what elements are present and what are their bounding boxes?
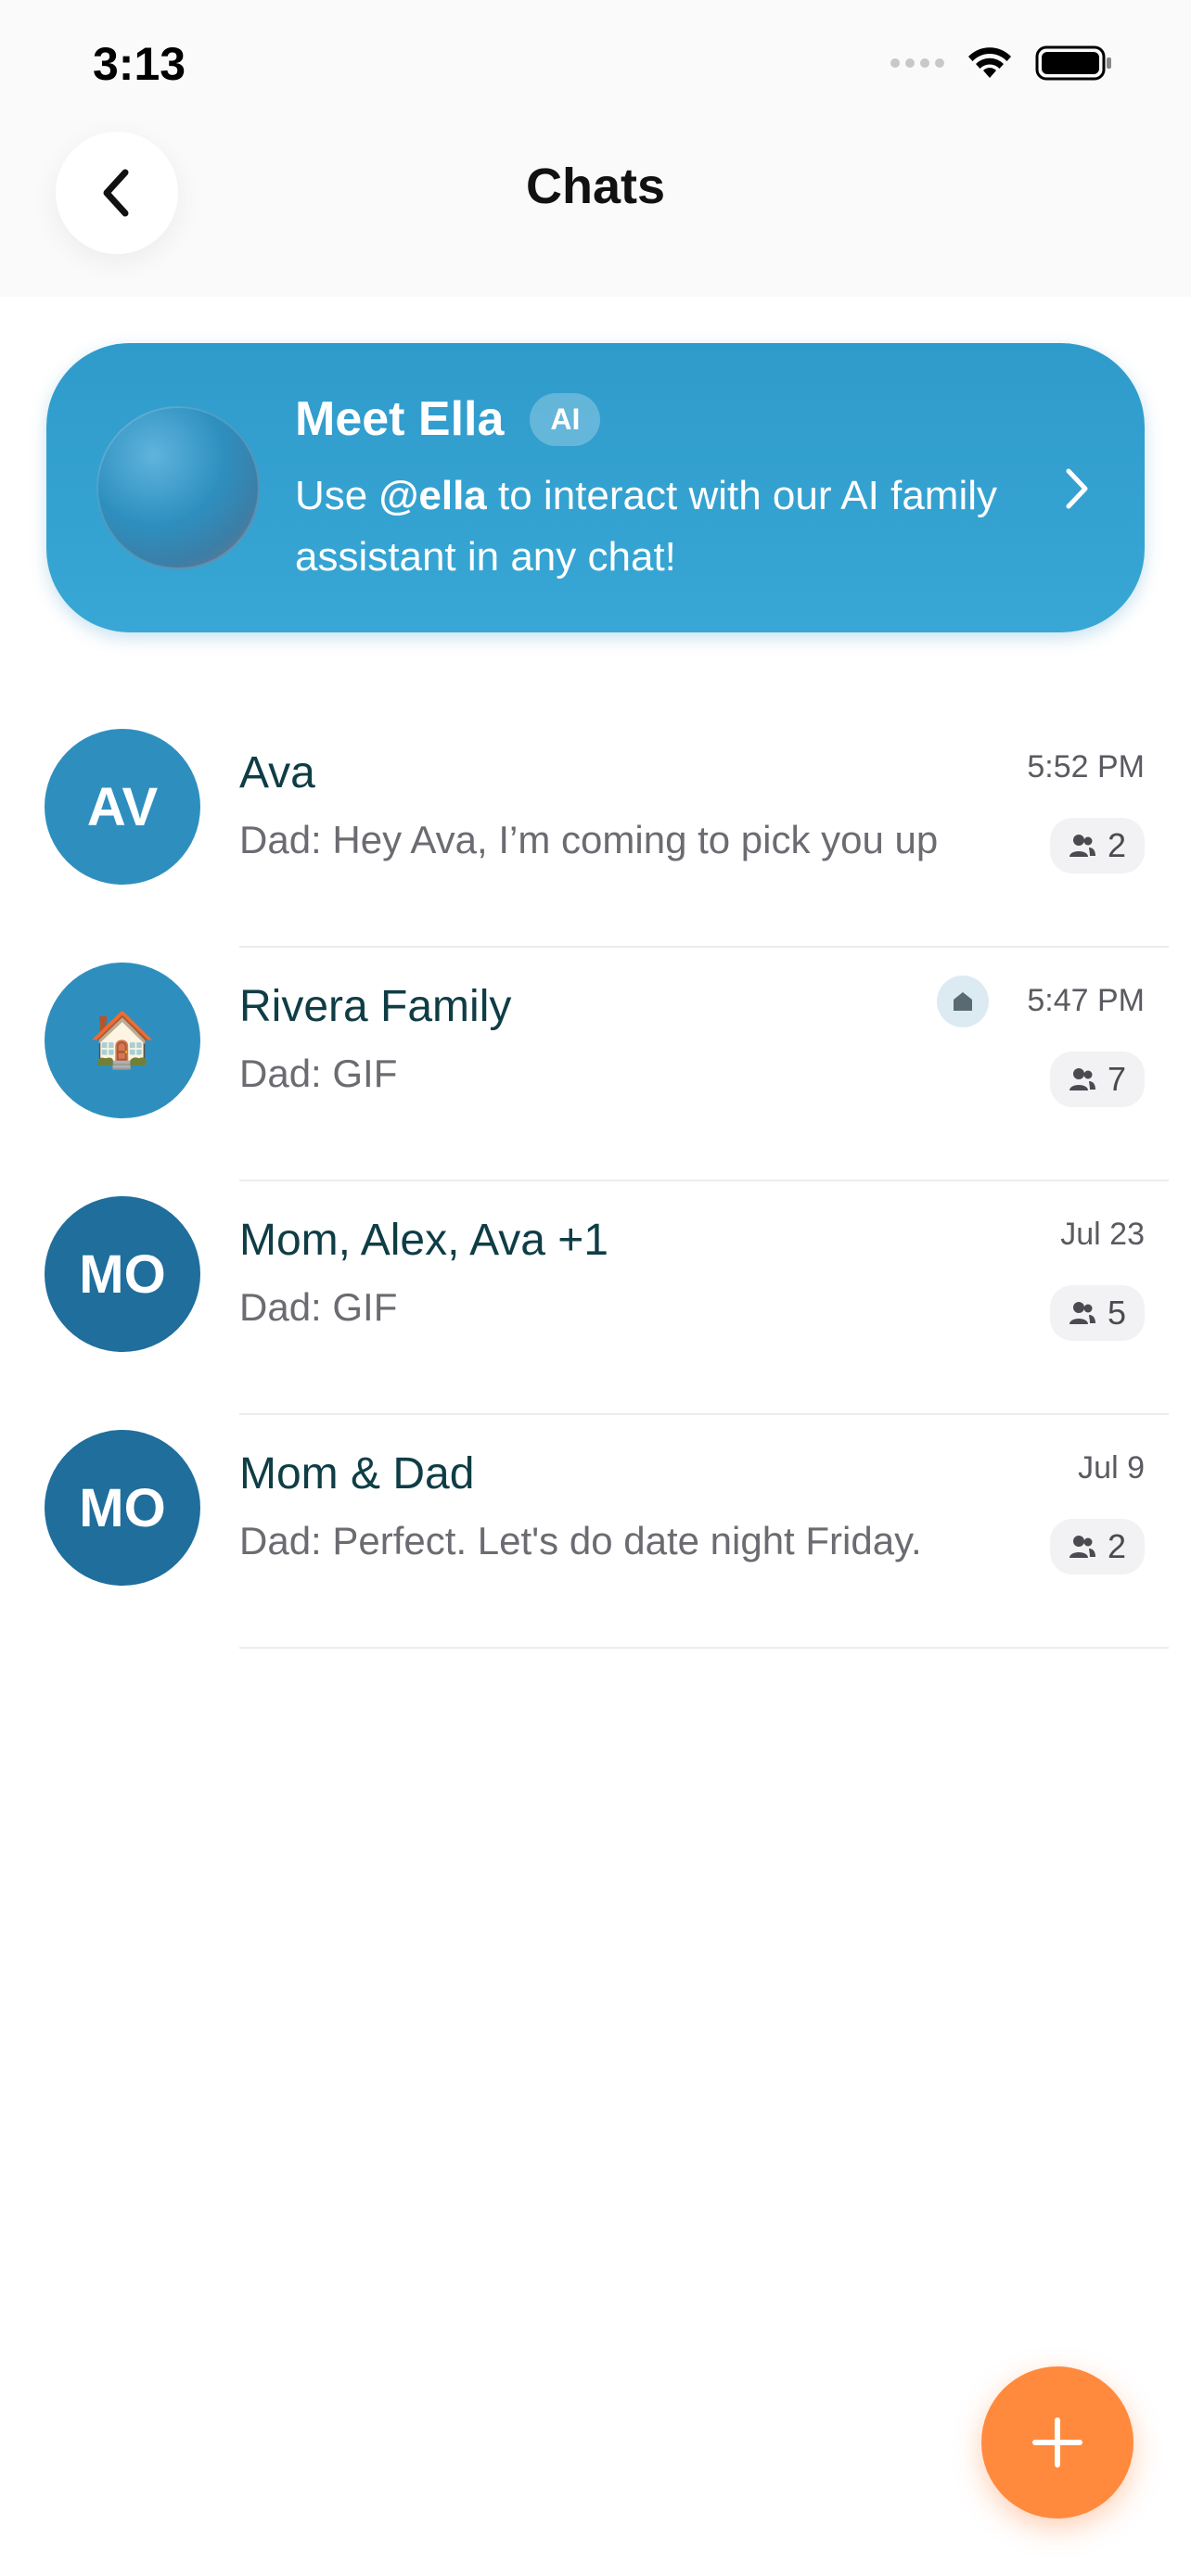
ella-mention: @ella xyxy=(378,473,487,518)
avatar: MO xyxy=(45,1196,200,1352)
ella-assistant-banner[interactable]: Meet Ella AI Use @ella to interact with … xyxy=(46,343,1145,632)
cellular-signal-icon xyxy=(890,58,944,68)
chat-time: 5:47 PM xyxy=(1027,983,1145,1018)
avatar: 🏠 xyxy=(45,963,200,1118)
chevron-right-icon xyxy=(1066,468,1088,509)
chat-time: Jul 23 xyxy=(1060,1217,1145,1252)
home-icon xyxy=(937,976,989,1027)
member-count: 7 xyxy=(1107,1060,1126,1098)
nav-bar: Chats xyxy=(0,130,1191,297)
member-count-badge: 2 xyxy=(1049,818,1145,874)
ella-title: Meet Ella xyxy=(295,392,505,446)
chat-time: Jul 9 xyxy=(1078,1450,1145,1486)
chat-row-mom-dad[interactable]: MO Mom & Dad Dad: Perfect. Let's do date… xyxy=(0,1415,1191,1649)
divider xyxy=(239,1647,1169,1649)
chat-name: Mom, Alex, Ava +1 xyxy=(239,1216,608,1265)
page-title: Chats xyxy=(525,159,666,214)
member-count-badge: 2 xyxy=(1049,1519,1145,1575)
ella-title-row: Meet Ella AI xyxy=(295,391,601,447)
member-count-badge: 7 xyxy=(1049,1052,1145,1107)
status-bar: 3:13 xyxy=(0,0,1191,130)
member-count: 5 xyxy=(1107,1294,1126,1332)
member-count: 2 xyxy=(1107,826,1126,864)
people-icon xyxy=(1069,835,1095,857)
chat-preview: Dad: Perfect. Let's do date night Friday… xyxy=(239,1519,922,1562)
avatar: MO xyxy=(45,1430,200,1586)
member-count: 2 xyxy=(1107,1527,1126,1565)
ai-badge: AI xyxy=(530,392,601,446)
people-icon xyxy=(1069,1302,1095,1324)
chat-name: Rivera Family xyxy=(239,982,512,1031)
battery-icon xyxy=(1035,45,1111,81)
chat-time: 5:52 PM xyxy=(1027,749,1145,784)
avatar: AV xyxy=(45,729,200,885)
chat-row-rivera-family[interactable]: 🏠 Rivera Family Dad: GIF 5:47 PM 7 xyxy=(0,948,1191,1181)
chat-preview: Dad: GIF xyxy=(239,1052,398,1095)
chat-row-mom-alex-ava[interactable]: MO Mom, Alex, Ava +1 Dad: GIF Jul 23 5 xyxy=(0,1181,1191,1415)
status-time: 3:13 xyxy=(93,38,186,90)
chat-name: Ava xyxy=(239,748,315,797)
chat-preview: Dad: Hey Ava, I’m coming to pick you up xyxy=(239,818,939,861)
wifi-icon xyxy=(968,47,1011,78)
chat-list: AV Ava Dad: Hey Ava, I’m coming to pick … xyxy=(0,714,1191,1649)
ella-avatar xyxy=(96,406,260,569)
ella-desc-prefix: Use xyxy=(295,473,379,518)
people-icon xyxy=(1069,1068,1095,1090)
status-icons xyxy=(890,45,1113,82)
people-icon xyxy=(1069,1536,1095,1558)
ella-description: Use @ella to interact with our AI family… xyxy=(295,465,1000,588)
chat-preview: Dad: GIF xyxy=(239,1285,398,1329)
member-count-badge: 5 xyxy=(1049,1285,1145,1341)
chat-row-ava[interactable]: AV Ava Dad: Hey Ava, I’m coming to pick … xyxy=(0,714,1191,948)
plus-icon xyxy=(1032,2417,1082,2468)
chat-name: Mom & Dad xyxy=(239,1449,475,1498)
new-chat-button[interactable] xyxy=(981,2366,1133,2519)
